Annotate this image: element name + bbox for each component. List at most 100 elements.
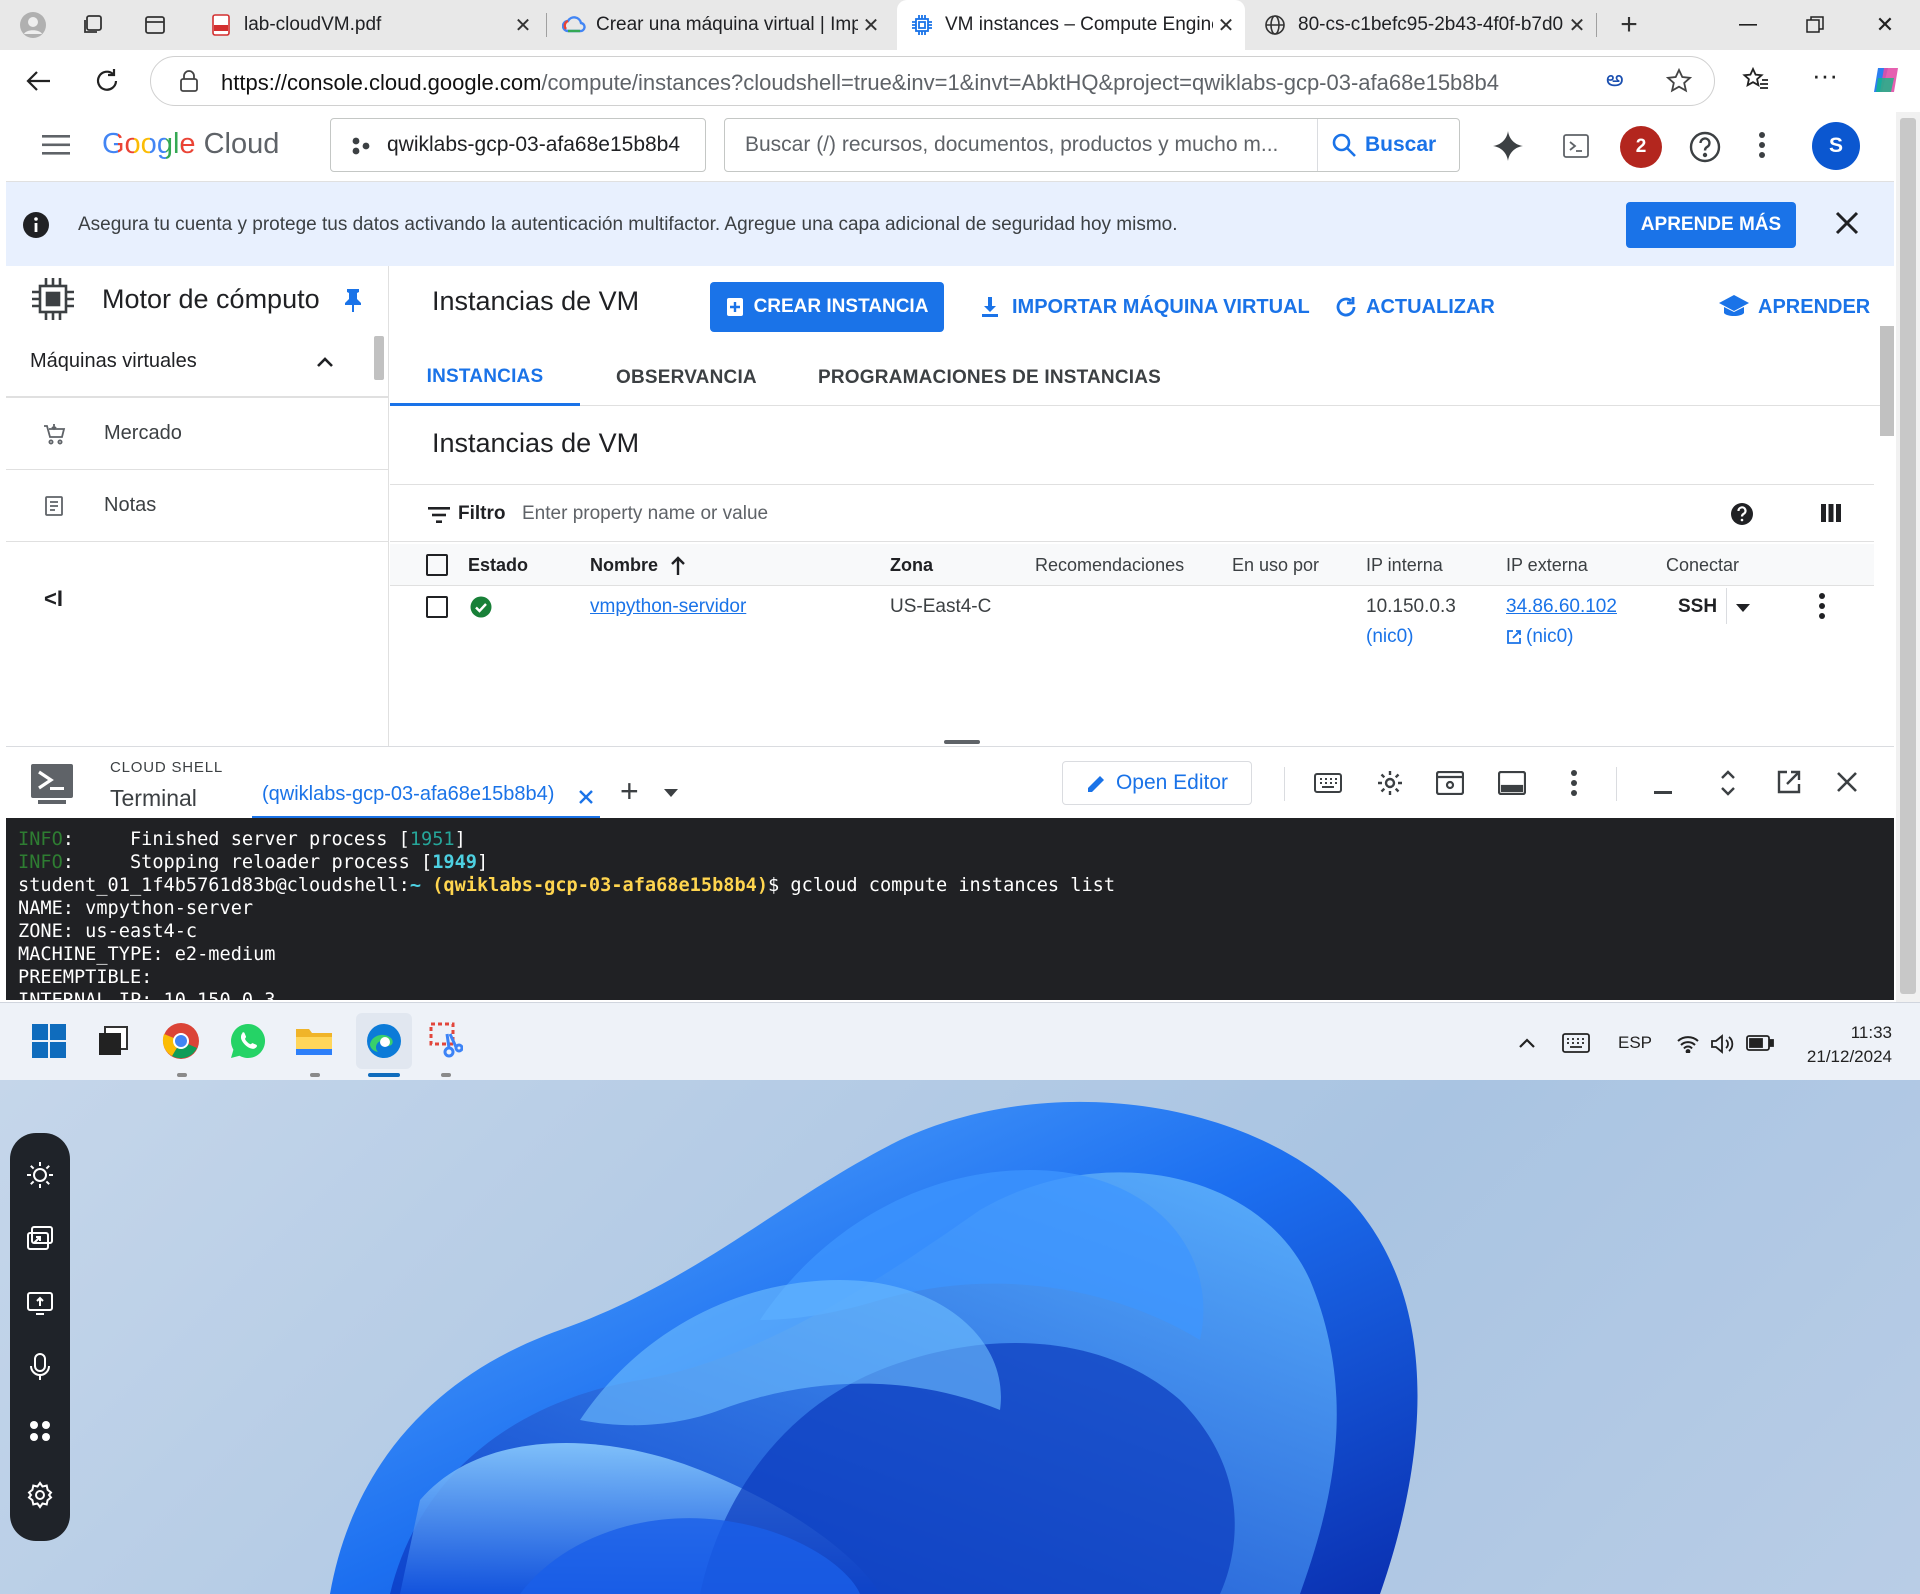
tab-cloudshell-url[interactable]: 80-cs-c1befc95-2b43-4f0f-b7d0 ✕ <box>1250 0 1596 50</box>
main-scrollbar[interactable] <box>1880 326 1894 436</box>
close-window-icon[interactable]: ✕ <box>1870 10 1900 40</box>
chrome-icon[interactable] <box>159 1019 203 1063</box>
keyboard-icon[interactable] <box>1314 773 1342 793</box>
col-ip-externa[interactable]: IP externa <box>1506 555 1588 576</box>
refresh-button[interactable]: ACTUALIZAR <box>1334 283 1495 331</box>
settings-gear-icon[interactable] <box>1376 769 1404 797</box>
terminal-output[interactable]: INFO: Finished server process [1951] INFO… <box>6 818 1894 1000</box>
vertical-tabs-icon[interactable] <box>140 10 170 40</box>
task-view-icon[interactable] <box>91 1019 135 1063</box>
clock-date[interactable]: 21/12/2024 <box>1790 1047 1892 1067</box>
collapse-nav-icon[interactable]: <I <box>44 586 63 612</box>
learn-more-button[interactable]: APRENDE MÁS <box>1626 202 1796 248</box>
open-new-window-icon[interactable] <box>1776 769 1802 795</box>
page-scrollbar-thumb[interactable] <box>1900 118 1916 994</box>
windows-start-icon[interactable] <box>27 1019 71 1063</box>
tab-crear-maquina[interactable]: Crear una máquina virtual | Impu ✕ <box>548 0 890 50</box>
profile-icon[interactable] <box>18 10 48 40</box>
row-more-vert-icon[interactable] <box>1818 592 1826 620</box>
help-circle-icon[interactable] <box>1730 502 1754 526</box>
col-estado[interactable]: Estado <box>468 555 528 576</box>
learn-button[interactable]: APRENDER <box>1718 283 1870 331</box>
col-recomendaciones[interactable]: Recomendaciones <box>1035 555 1184 576</box>
web-preview-icon[interactable] <box>1436 771 1464 795</box>
instance-name-link[interactable]: vmpython-servidor <box>590 596 746 618</box>
external-nic-link[interactable]: (nic0) <box>1506 626 1574 648</box>
layout-icon[interactable] <box>1498 771 1526 795</box>
avatar[interactable]: S <box>1812 122 1860 170</box>
file-explorer-icon[interactable] <box>292 1019 336 1063</box>
whatsapp-icon[interactable] <box>226 1019 270 1063</box>
gemini-sparkle-icon[interactable] <box>1492 130 1524 162</box>
apps-grid-icon[interactable] <box>24 1415 56 1447</box>
add-session-icon[interactable]: + <box>620 773 639 810</box>
brightness-icon[interactable] <box>24 1159 56 1191</box>
battery-icon[interactable] <box>1746 1035 1774 1051</box>
wifi-icon[interactable] <box>1676 1035 1700 1053</box>
tab-vm-instances[interactable]: VM instances – Compute Engine ✕ <box>897 0 1245 50</box>
project-selector[interactable]: qwiklabs-gcp-03-afa68e15b8b4 <box>330 118 706 172</box>
clock-time[interactable]: 11:33 <box>1848 1023 1892 1043</box>
page-scrollbar[interactable] <box>1896 112 1920 1002</box>
touch-keyboard-icon[interactable] <box>1562 1033 1590 1053</box>
tab-instancias[interactable]: INSTANCIAS <box>390 350 580 406</box>
filter-input[interactable]: Enter property name or value <box>522 503 768 525</box>
close-shell-icon[interactable] <box>1836 771 1858 793</box>
microphone-icon[interactable] <box>24 1351 56 1383</box>
tab-programaciones[interactable]: PROGRAMACIONES DE INSTANCIAS <box>818 350 1161 406</box>
sidebar-item-mercado[interactable]: Mercado <box>6 398 389 470</box>
favorite-star-icon[interactable] <box>1666 68 1692 94</box>
shell-more-icon[interactable] <box>1570 769 1578 797</box>
internal-nic-link[interactable]: (nic0) <box>1366 626 1414 648</box>
snipping-tool-icon[interactable] <box>424 1019 468 1063</box>
settings-icon[interactable] <box>24 1479 56 1511</box>
filter-label[interactable]: Filtro <box>458 503 506 525</box>
search-bar[interactable]: Buscar (/) recursos, documentos, product… <box>724 118 1460 172</box>
row-checkbox[interactable] <box>426 596 448 618</box>
help-icon[interactable] <box>1688 130 1722 164</box>
restore-window-icon[interactable] <box>1800 10 1830 40</box>
expand-shell-icon[interactable] <box>1720 769 1736 797</box>
col-conectar[interactable]: Conectar <box>1666 555 1739 576</box>
close-tab-icon[interactable]: ✕ <box>1213 13 1239 38</box>
back-icon[interactable] <box>24 66 54 96</box>
shell-resize-handle[interactable] <box>944 740 980 744</box>
more-vert-icon[interactable] <box>1758 130 1766 160</box>
column-display-icon[interactable] <box>1820 503 1842 523</box>
cloud-shell-icon[interactable] <box>1562 132 1590 160</box>
lock-icon[interactable] <box>179 70 199 92</box>
search-button[interactable]: Buscar <box>1331 132 1436 158</box>
search-input[interactable]: Buscar (/) recursos, documentos, product… <box>745 133 1315 157</box>
nav-scrollbar[interactable] <box>374 336 384 380</box>
favorites-icon[interactable] <box>1742 66 1770 94</box>
tab-observancia[interactable]: OBSERVANCIA <box>616 350 757 406</box>
external-ip-link[interactable]: 34.86.60.102 <box>1506 596 1617 618</box>
cast-screen-icon[interactable] <box>24 1223 56 1255</box>
edge-icon[interactable] <box>356 1013 412 1069</box>
new-tab-icon[interactable]: + <box>1614 8 1644 41</box>
language-indicator[interactable]: ESP <box>1618 1033 1652 1053</box>
col-en-uso-por[interactable]: En uso por <box>1232 555 1319 576</box>
terminal-session-tab[interactable]: (qwiklabs-gcp-03-afa68e15b8b4) <box>252 775 600 819</box>
col-nombre[interactable]: Nombre <box>590 555 686 576</box>
col-ip-interna[interactable]: IP interna <box>1366 555 1443 576</box>
chevron-up-tray-icon[interactable] <box>1518 1037 1536 1049</box>
col-zona[interactable]: Zona <box>890 555 933 576</box>
tab-pdf[interactable]: lab-cloudVM.pdf ✕ <box>196 0 542 50</box>
notifications-badge[interactable]: 2 <box>1620 126 1662 168</box>
close-tab-icon[interactable]: ✕ <box>510 13 536 38</box>
minimize-window-icon[interactable] <box>1733 10 1763 40</box>
select-all-checkbox[interactable] <box>426 554 448 576</box>
minimize-shell-icon[interactable] <box>1654 791 1672 795</box>
ssh-dropdown-icon[interactable] <box>1736 604 1750 612</box>
open-editor-button[interactable]: Open Editor <box>1062 761 1252 805</box>
volume-icon[interactable] <box>1710 1033 1734 1055</box>
project-screen-icon[interactable] <box>24 1287 56 1319</box>
close-session-icon[interactable] <box>578 789 594 805</box>
nav-section-vm[interactable]: Máquinas virtuales <box>6 326 389 398</box>
translate-icon[interactable]: అ <box>1606 66 1624 97</box>
import-vm-button[interactable]: IMPORTAR MÁQUINA VIRTUAL <box>980 283 1310 331</box>
google-cloud-logo[interactable]: Google Cloud <box>102 128 279 161</box>
close-banner-icon[interactable] <box>1834 210 1860 236</box>
reload-icon[interactable] <box>92 66 122 96</box>
